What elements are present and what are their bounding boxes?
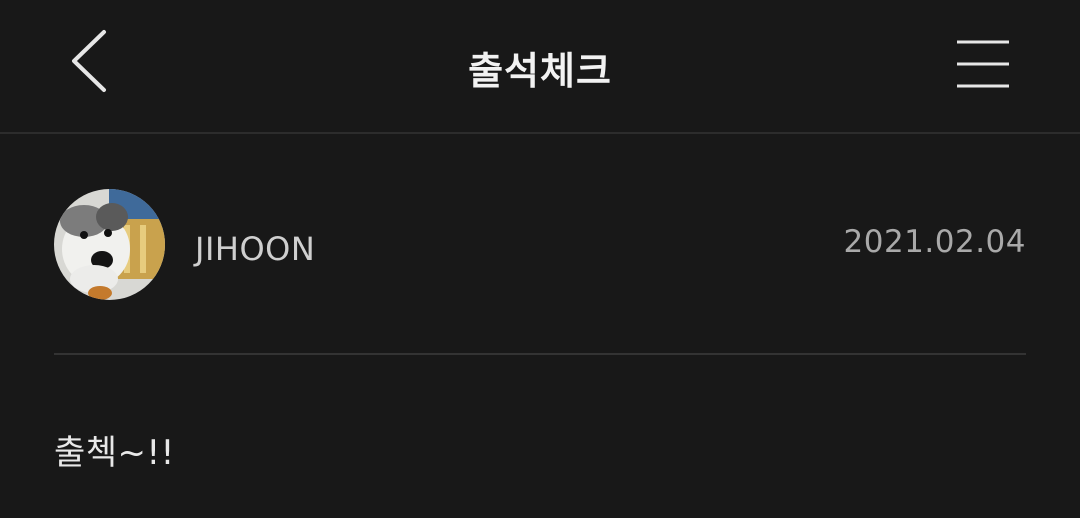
attendance-check-screen: 출석체크 JIHOON 2021.02.04 출첵~!!	[0, 0, 1080, 518]
avatar[interactable]	[54, 189, 165, 300]
divider	[54, 353, 1026, 355]
avatar-dog-image	[54, 189, 165, 300]
menu-button[interactable]	[950, 36, 1016, 92]
hamburger-menu-icon	[957, 40, 1009, 88]
author-name[interactable]: JIHOON	[195, 230, 315, 268]
post-meta: JIHOON 2021.02.04	[0, 134, 1080, 356]
app-header: 출석체크	[0, 0, 1080, 134]
post-content: 출첵~!!	[54, 433, 175, 473]
page-title: 출석체크	[468, 49, 612, 93]
post-date: 2021.02.04	[843, 224, 1026, 260]
